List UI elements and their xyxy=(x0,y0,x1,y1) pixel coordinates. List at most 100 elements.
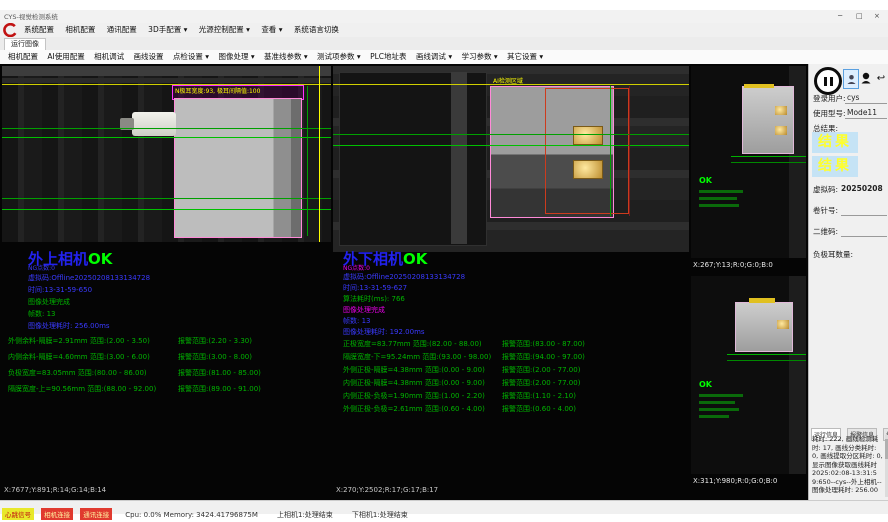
model-field[interactable] xyxy=(845,117,887,119)
toolbar-camera-config[interactable]: 相机配置 xyxy=(8,52,38,62)
cell-region xyxy=(174,98,302,238)
qr-field[interactable] xyxy=(841,235,887,237)
toolbar-line-setting[interactable]: 画线设置 xyxy=(134,52,164,62)
measure-line-green xyxy=(731,156,806,157)
pin-field[interactable] xyxy=(841,214,887,216)
menu-item-language[interactable]: 系统语言切换 xyxy=(294,25,339,35)
left-virtual-code: 虚拟码:Offline20250208133134728 xyxy=(28,274,150,283)
run-info-log: 耗时: 222, 画线检测耗时: 17, 画线分类耗时: 0, 画线提取分区耗时… xyxy=(812,435,883,497)
user-button[interactable] xyxy=(843,69,859,89)
measurement-value: 内侧正极-负极=1.90mm 范围:(1.00 - 2.20) xyxy=(343,392,485,401)
login-user-value: cys xyxy=(847,93,859,102)
measurement-value: 正极宽度=83.77mm 范围:(82.00 - 88.00) xyxy=(343,340,482,349)
menu-item-view[interactable]: 查看 ▾ xyxy=(261,25,282,35)
right-process-elapsed: 图像处理耗时: 192.00ms xyxy=(343,328,425,337)
edge-line-yellow xyxy=(319,66,320,242)
toolbar-line-debug[interactable]: 画线调试 ▾ xyxy=(416,52,452,62)
toolbar-baseline-params[interactable]: 基准线参数 ▾ xyxy=(264,52,308,62)
menu-item-light-config[interactable]: 光源控制配置 ▾ xyxy=(199,25,250,35)
main-view: N极耳宽度:93, 极耳间隔值:100 AI检测区域 外上相机O xyxy=(0,64,808,500)
gold-tab xyxy=(777,320,789,329)
measurement-value: 内侧余料-隔膜=4.60mm 范围:(3.00 - 6.00) xyxy=(8,353,150,362)
gold-tab xyxy=(573,126,603,145)
maximize-button[interactable]: □ xyxy=(856,12,863,21)
right-time: 时间:13-31-59-627 xyxy=(343,284,407,293)
minimize-button[interactable]: ─ xyxy=(838,12,842,21)
measurement-alarm: 报警范围:(81.00 - 85.00) xyxy=(178,369,261,378)
edge-line-green xyxy=(307,86,308,236)
measure-line-green xyxy=(727,360,806,361)
lower-camera-status: 下相机1:处理结束 xyxy=(352,511,408,519)
tiny-text-line xyxy=(699,408,739,411)
machine-strip xyxy=(451,72,467,244)
right-camera-image[interactable]: AI检测区域 xyxy=(333,66,689,252)
right-process-done: 图像处理完成 xyxy=(343,306,385,315)
logout-button[interactable]: ↩ xyxy=(874,69,888,87)
tab-strip: 运行图像 xyxy=(0,37,888,51)
left-frame-count: 帧数: 13 xyxy=(28,310,56,319)
tiny-text-line xyxy=(699,204,739,207)
measurement-value: 负极宽度=83.05mm 范围:(80.00 - 86.00) xyxy=(8,369,147,378)
edge-line-green xyxy=(610,86,611,216)
yellow-mark xyxy=(744,84,774,88)
measure-line-green xyxy=(2,128,331,129)
toolbar-plc-address[interactable]: PLC地址表 xyxy=(370,52,406,62)
orange-roi-box xyxy=(545,88,629,214)
menu-item-comm-config[interactable]: 通讯配置 xyxy=(107,25,137,35)
title-bar: CYS-视觉检测系统 ─ □ × xyxy=(0,10,888,24)
admin-button[interactable] xyxy=(859,69,873,87)
measurement-value: 隔膜宽度-上=90.56mm 范围:(88.00 - 92.00) xyxy=(8,385,156,394)
menu-item-3d-config[interactable]: 3D手配置 ▾ xyxy=(148,25,187,35)
left-camera-image[interactable]: N极耳宽度:93, 极耳间隔值:100 xyxy=(2,66,331,242)
measurement-value: 内侧正极-隔膜=4.38mm 范围:(0.00 - 9.00) xyxy=(343,379,485,388)
toolbar-learn-params[interactable]: 学习参数 ▾ xyxy=(461,52,497,62)
menu-bar: 系统配置 相机配置 通讯配置 3D手配置 ▾ 光源控制配置 ▾ 查看 ▾ 系统语… xyxy=(0,23,888,37)
menu-item-camera-config[interactable]: 相机配置 xyxy=(65,25,95,35)
left-cursor-status: X:7677;Y:891;R:14;G:14;B:14 xyxy=(4,486,106,495)
tiny-text-line xyxy=(699,394,743,397)
tiny-text-line xyxy=(699,197,737,200)
model-value: Mode11 xyxy=(847,108,877,117)
thumb2-ok: OK xyxy=(699,380,712,390)
right-algo-elapsed: 算法耗时(ms): 766 xyxy=(343,295,405,304)
measure-line-green xyxy=(2,137,331,138)
measurement-alarm: 报警范围:(94.00 - 97.00) xyxy=(502,353,585,362)
toolbar-ai-config[interactable]: AI使用配置 xyxy=(47,52,84,62)
tiny-text-line xyxy=(699,401,735,404)
result-box-1: 结果 xyxy=(812,132,858,153)
right-sidebar: ↩ 登录用户: cys 使用型号: Mode11 总结果: 结果 结果 虚拟码:… xyxy=(808,64,888,500)
measure-line-green xyxy=(727,354,806,355)
pause-button[interactable] xyxy=(814,67,842,95)
user-icon xyxy=(847,70,856,89)
toolbar-image-process[interactable]: 图像处理 ▾ xyxy=(218,52,254,62)
tab-width-overlay-label: N极耳宽度:93, 极耳间隔值:100 xyxy=(175,88,260,96)
thumb2-image[interactable]: OK xyxy=(691,276,806,474)
tab-connector xyxy=(132,112,176,136)
gold-tab xyxy=(775,126,787,135)
menu-item-system-config[interactable]: 系统配置 xyxy=(24,25,54,35)
toolbar-spotcheck-setting[interactable]: 点检设置 ▾ xyxy=(173,52,209,62)
pin-label: 卷针号: xyxy=(813,205,838,216)
thumb1-image[interactable]: OK xyxy=(691,66,806,258)
measurement-value: 外侧正极-负极=2.61mm 范围:(0.60 - 4.00) xyxy=(343,405,485,414)
pause-icon xyxy=(824,77,827,86)
thumb1-cursor-status: X:267;Y:13;R:0;G:0;B:0 xyxy=(693,261,773,270)
right-cursor-status: X:270;Y:2502;R:17;G:17;B:17 xyxy=(336,486,438,495)
toolbar-camera-debug[interactable]: 相机调试 xyxy=(94,52,124,62)
measurement-alarm: 报警范围:(83.00 - 87.00) xyxy=(502,340,585,349)
cpu-memory-status: Cpu: 0.0% Memory: 3424.41796875M xyxy=(125,511,258,519)
status-bar: 心跳信号 相机连接 通讯连接 Cpu: 0.0% Memory: 3424.41… xyxy=(0,500,888,514)
close-button[interactable]: × xyxy=(874,12,880,21)
login-user-field[interactable] xyxy=(845,102,887,104)
measure-line-green xyxy=(333,145,689,146)
qr-label: 二维码: xyxy=(813,226,838,237)
gold-tab xyxy=(775,106,787,115)
measurement-value: 外侧余料-隔膜=2.91mm 范围:(2.00 - 3.50) xyxy=(8,337,150,346)
toolbar-test-params[interactable]: 测试项参数 ▾ xyxy=(317,52,361,62)
virtual-code-label: 虚拟码: xyxy=(813,184,838,195)
left-process-elapsed: 图像处理耗时: 256.00ms xyxy=(28,322,110,331)
machine-band xyxy=(2,78,331,83)
measurement-value: 隔膜宽度-下=95.24mm 范围:(93.00 - 98.00) xyxy=(343,353,491,362)
machine-band xyxy=(2,66,331,76)
toolbar-other-settings[interactable]: 其它设置 ▾ xyxy=(507,52,543,62)
